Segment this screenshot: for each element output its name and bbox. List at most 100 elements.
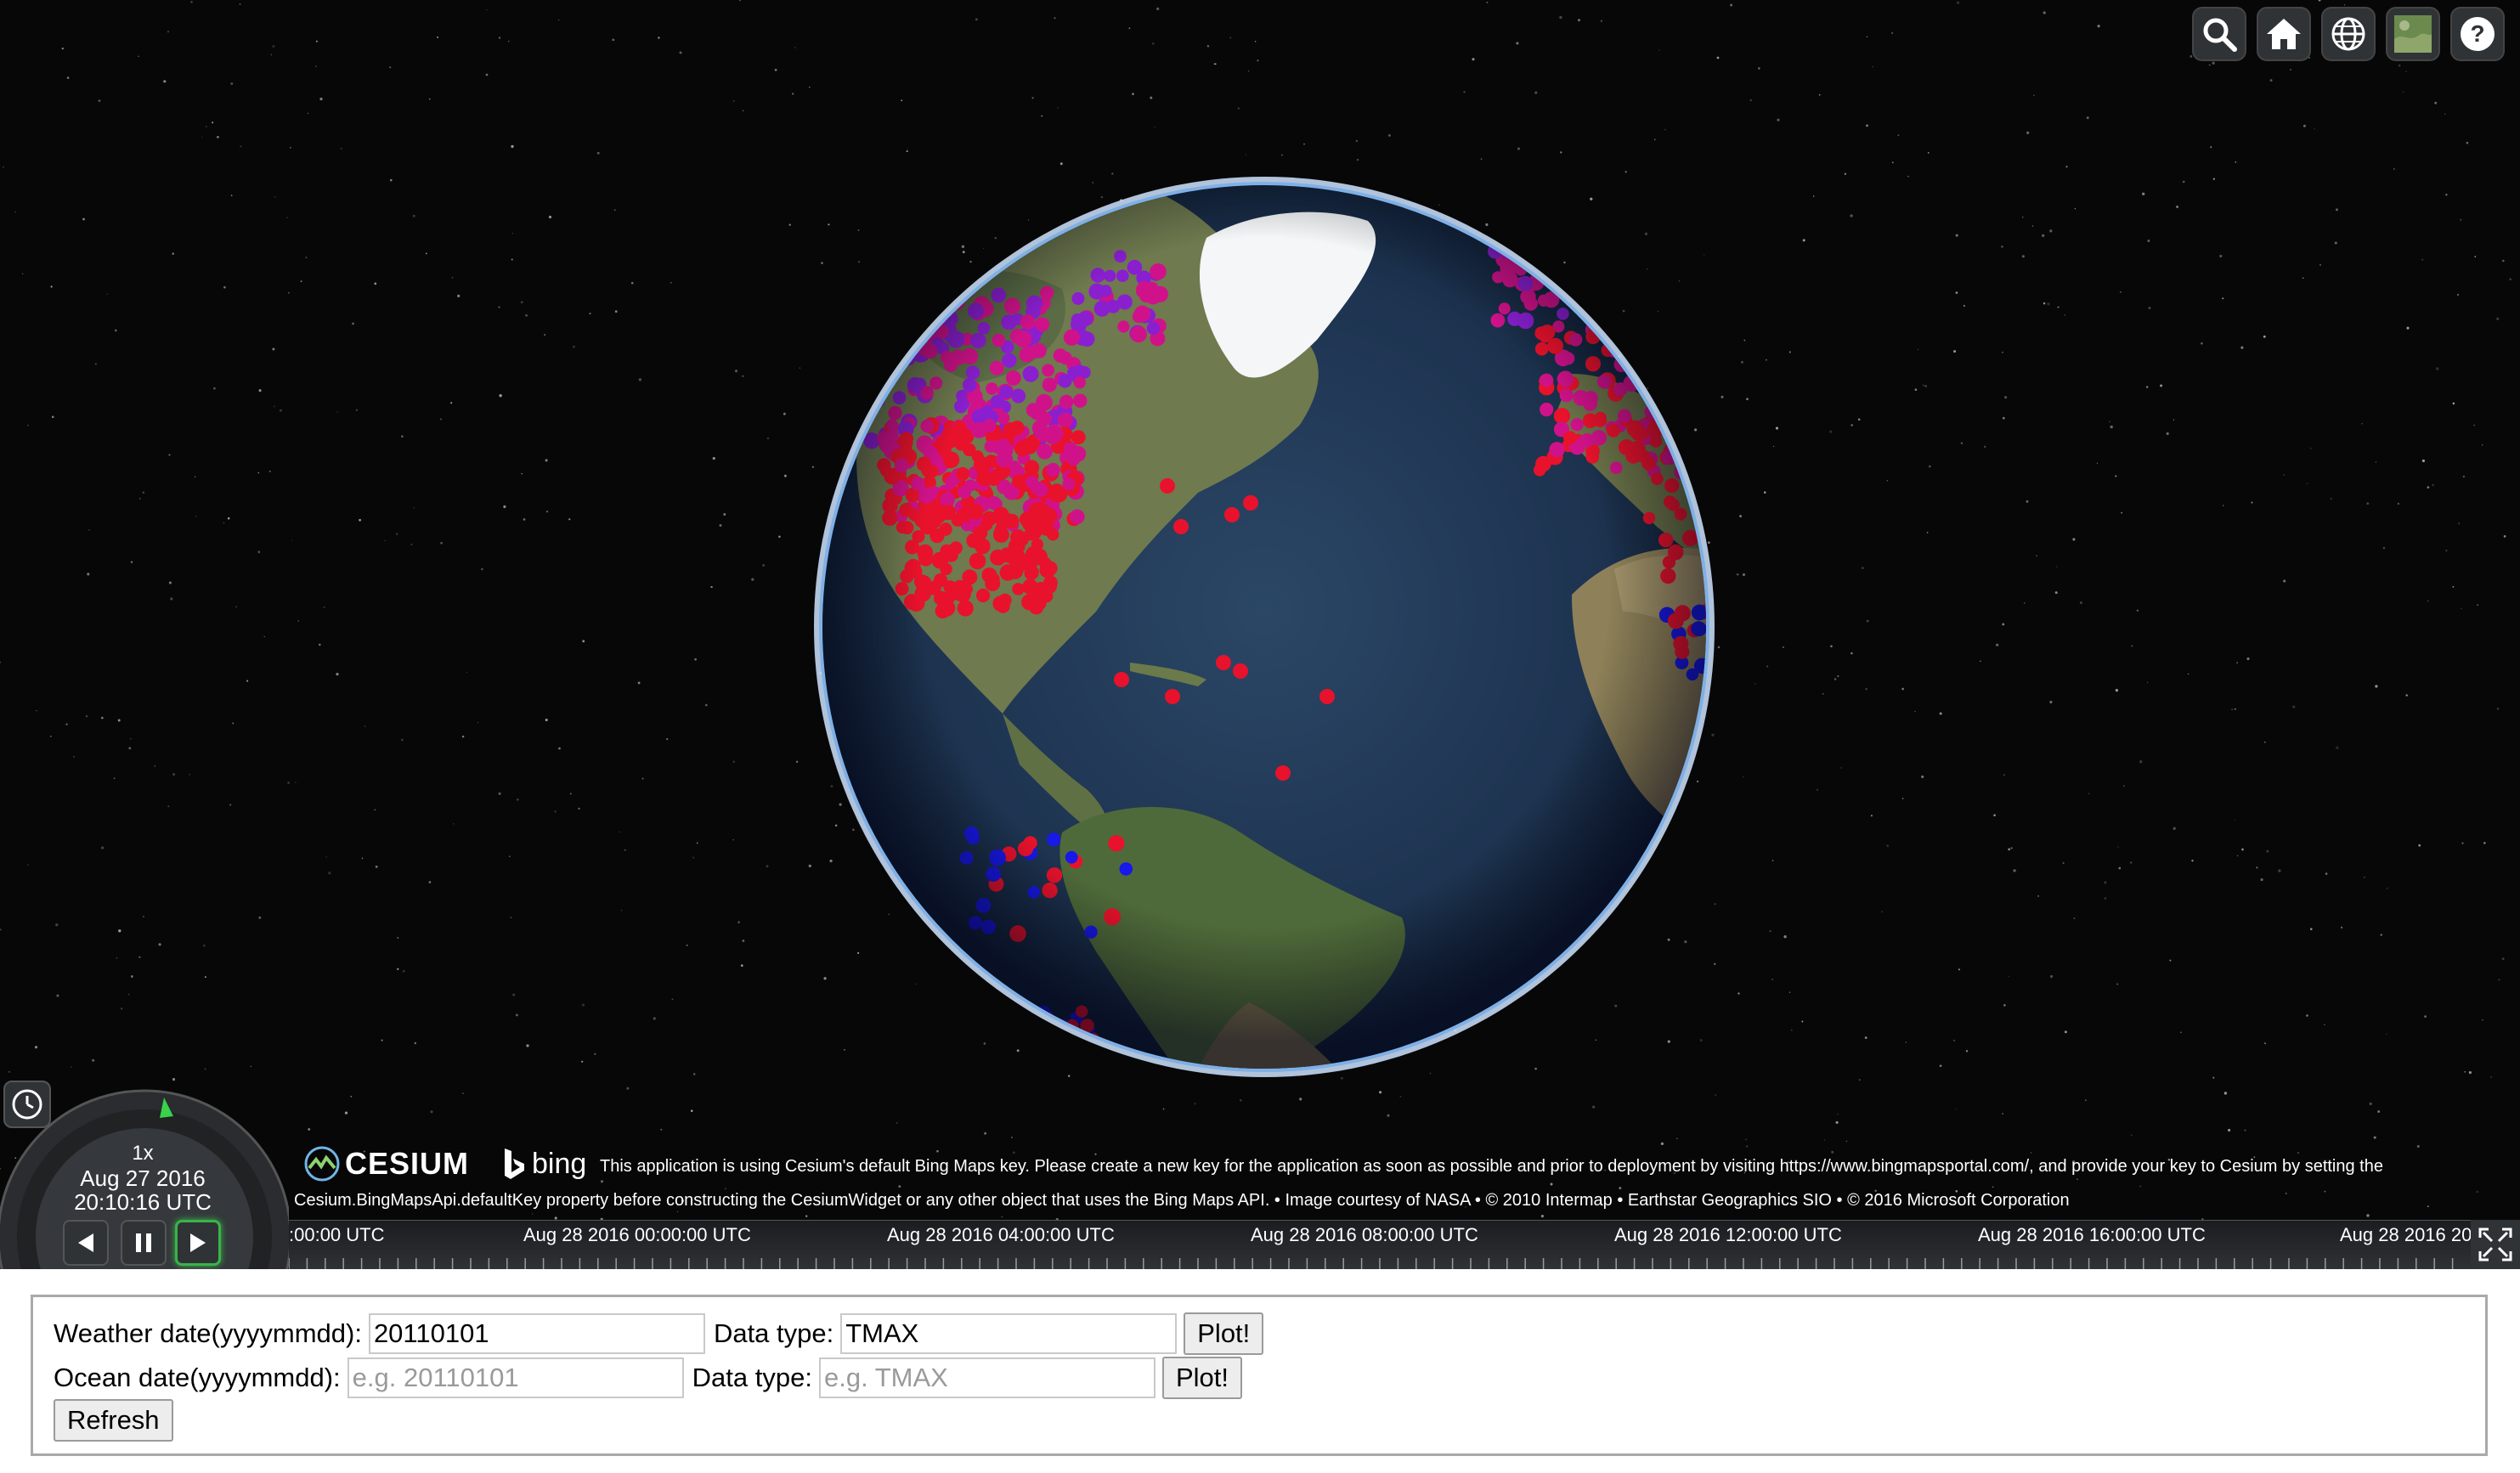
- ocean-plot-button[interactable]: Plot!: [1161, 1357, 1243, 1399]
- station-point: [1636, 315, 1652, 331]
- station-point: [1658, 346, 1673, 360]
- station-point: [1675, 291, 1693, 308]
- station-point: [1551, 251, 1568, 268]
- station-point: [1556, 185, 1573, 200]
- station-point: [1545, 245, 1558, 257]
- station-point: [1677, 192, 1692, 208]
- globe[interactable]: [807, 170, 1721, 1084]
- station-point: [1567, 233, 1582, 248]
- station-point: [1662, 323, 1677, 338]
- home-button[interactable]: [2257, 7, 2311, 61]
- geocoder-search-button[interactable]: [2192, 7, 2246, 61]
- station-point: [1681, 383, 1697, 398]
- station-point: [1693, 239, 1706, 256]
- station-point: [1068, 1058, 1082, 1069]
- station-point: [1653, 185, 1666, 195]
- station-point: [1578, 185, 1595, 201]
- station-point: [1078, 1058, 1092, 1069]
- station-point: [1664, 240, 1680, 256]
- weather-date-input[interactable]: [368, 1313, 705, 1354]
- station-point: [1642, 334, 1656, 347]
- station-point: [1699, 206, 1706, 220]
- play-reverse-icon: [78, 1233, 93, 1252]
- cesium-viewer[interactable]: ? CESIUM bing This application is using …: [0, 0, 2520, 1269]
- station-point: [1499, 187, 1516, 203]
- station-point: [1586, 262, 1603, 279]
- refresh-button[interactable]: Refresh: [54, 1399, 173, 1442]
- station-point: [1697, 402, 1706, 415]
- station-point: [1503, 203, 1517, 217]
- station-point: [1651, 373, 1667, 389]
- station-point: [1697, 317, 1706, 335]
- timeline-label: Aug 28 2016 12:00:00 UTC: [1614, 1224, 1842, 1245]
- station-point: [1700, 375, 1706, 388]
- help-button[interactable]: ?: [2450, 7, 2505, 61]
- station-point: [1689, 265, 1704, 280]
- timeline-label: :00:00 UTC: [289, 1224, 385, 1245]
- weather-plot-button[interactable]: Plot!: [1184, 1312, 1264, 1355]
- station-point: [1624, 273, 1641, 290]
- station-point: [878, 347, 895, 365]
- ocean-type-input[interactable]: [818, 1357, 1155, 1398]
- ocean-date-input[interactable]: [347, 1357, 684, 1398]
- station-point: [1058, 1062, 1075, 1069]
- station-point: [1638, 291, 1656, 308]
- station-point: [1647, 310, 1664, 326]
- station-point: [1606, 225, 1622, 241]
- station-point: [1692, 335, 1706, 349]
- station-point: [1602, 309, 1619, 325]
- cesium-logo[interactable]: CESIUM: [304, 1145, 469, 1182]
- station-point: [1581, 213, 1597, 229]
- station-point: [1555, 228, 1571, 244]
- station-point: [1547, 252, 1562, 268]
- station-point: [895, 341, 907, 354]
- station-point: [1661, 352, 1676, 368]
- station-point: [1689, 228, 1703, 241]
- station-point: [1619, 185, 1632, 195]
- station-point: [1600, 191, 1615, 206]
- play-button[interactable]: [175, 1220, 221, 1266]
- scene-mode-button[interactable]: [2321, 7, 2376, 61]
- play-reverse-button[interactable]: [63, 1220, 109, 1266]
- station-point: [1596, 264, 1613, 281]
- station-point: [1600, 293, 1613, 308]
- station-point: [1591, 216, 1607, 234]
- station-point: [1556, 225, 1569, 240]
- ocean-type-label: Data type:: [692, 1363, 812, 1392]
- pause-button[interactable]: [121, 1220, 167, 1266]
- station-point: [1545, 209, 1558, 223]
- station-point: [1636, 322, 1650, 336]
- station-point: [1603, 291, 1618, 305]
- fullscreen-button[interactable]: [2471, 1220, 2520, 1269]
- station-point: [1693, 377, 1706, 392]
- station-point: [1692, 352, 1706, 367]
- station-point: [1607, 272, 1621, 285]
- station-point: [1679, 388, 1692, 401]
- station-point: [1643, 375, 1657, 388]
- weather-date-label: Weather date(yyyymmdd):: [54, 1318, 362, 1348]
- station-point: [1677, 210, 1692, 225]
- weather-type-input[interactable]: [840, 1313, 1178, 1354]
- timeline-label: Aug 28 2016 16:00:00 UTC: [1978, 1224, 2206, 1245]
- station-point: [1673, 344, 1687, 358]
- station-point: [1632, 233, 1646, 246]
- station-point: [1578, 225, 1591, 239]
- station-point: [1036, 1047, 1051, 1061]
- station-point: [1585, 221, 1602, 239]
- base-layer-picker-button[interactable]: [2386, 7, 2440, 61]
- station-point: [1615, 333, 1631, 349]
- station-point: [1605, 230, 1623, 248]
- station-point: [1662, 189, 1678, 205]
- station-point: [1595, 213, 1611, 229]
- station-point: [1688, 342, 1704, 358]
- station-point: [1698, 403, 1706, 417]
- station-point: [1572, 276, 1590, 294]
- station-point: [907, 322, 923, 337]
- bing-logo[interactable]: bing: [501, 1145, 586, 1182]
- station-point: [1044, 1030, 1060, 1047]
- timeline[interactable]: :00:00 UTC Aug 28 2016 00:00:00 UTC Aug …: [289, 1220, 2471, 1269]
- station-point: [1514, 217, 1530, 234]
- station-point: [1605, 185, 1621, 198]
- clock-button[interactable]: [3, 1081, 51, 1128]
- station-point: [1651, 295, 1667, 312]
